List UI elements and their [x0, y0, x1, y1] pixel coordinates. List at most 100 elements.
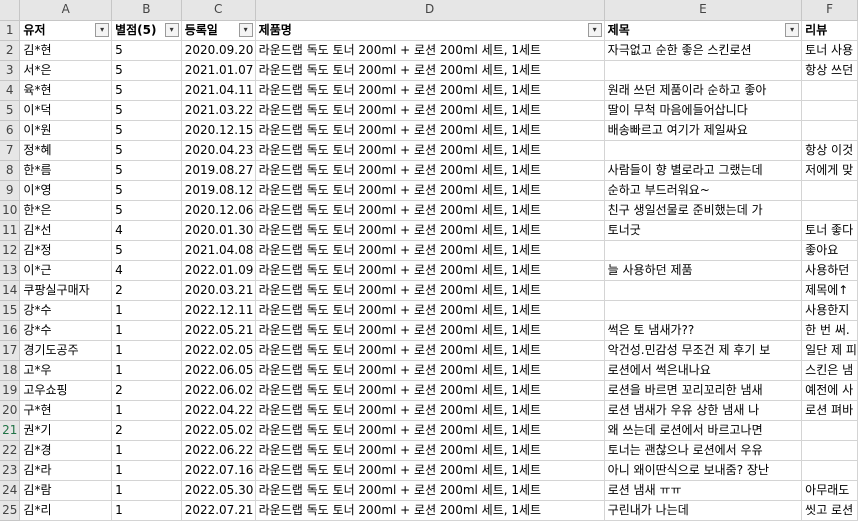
row-number[interactable]: 6 [0, 120, 21, 141]
row-number[interactable]: 25 [0, 500, 21, 521]
table-cell[interactable]: 라운드랩 독도 토너 200ml + 로션 200ml 세트, 1세트 [255, 300, 605, 321]
table-cell[interactable]: 좋아요 [801, 240, 858, 261]
table-cell[interactable]: 2022.06.05 [181, 360, 256, 381]
table-cell[interactable]: 2020.12.06 [181, 200, 256, 221]
table-cell[interactable]: 5 [111, 240, 182, 261]
table-cell[interactable]: 한*은 [19, 200, 113, 221]
table-cell[interactable]: 2022.05.02 [181, 420, 256, 441]
table-cell[interactable]: 2019.08.12 [181, 180, 256, 201]
row-number[interactable]: 3 [0, 60, 21, 81]
row-number[interactable]: 18 [0, 360, 21, 381]
filter-dropdown-icon[interactable]: ▾ [95, 22, 110, 37]
column-header-d[interactable]: D [255, 0, 605, 21]
header-cell[interactable]: 등록일 ▾ [181, 20, 256, 41]
table-cell[interactable] [801, 440, 858, 461]
header-cell[interactable]: 제목 ▾ [604, 20, 803, 41]
table-cell[interactable]: 사용한지 [801, 300, 858, 321]
table-cell[interactable]: 2022.07.21 [181, 500, 256, 521]
table-cell[interactable]: 일단 제 피 [801, 340, 858, 361]
table-cell[interactable]: 라운드랩 독도 토너 200ml + 로션 200ml 세트, 1세트 [255, 220, 605, 241]
table-cell[interactable]: 1 [111, 440, 182, 461]
row-number[interactable]: 4 [0, 80, 21, 101]
table-cell[interactable]: 김*정 [19, 240, 113, 261]
table-cell[interactable]: 라운드랩 독도 토너 200ml + 로션 200ml 세트, 1세트 [255, 360, 605, 381]
table-cell[interactable]: 아무래도 [801, 480, 858, 501]
row-number[interactable]: 11 [0, 220, 21, 241]
table-cell[interactable]: 구*현 [19, 400, 113, 421]
table-cell[interactable]: 썩은 토 냄새가?? [604, 320, 803, 341]
table-cell[interactable]: 2 [111, 280, 182, 301]
table-cell[interactable]: 토너는 괜찮으나 로션에서 우유 [604, 440, 803, 461]
row-number[interactable]: 13 [0, 260, 21, 281]
table-cell[interactable]: 서*은 [19, 60, 113, 81]
header-cell[interactable]: 별점(5) ▾ [111, 20, 182, 41]
table-cell[interactable] [801, 420, 858, 441]
table-cell[interactable]: 라운드랩 독도 토너 200ml + 로션 200ml 세트, 1세트 [255, 200, 605, 221]
table-cell[interactable]: 악건성.민감성 무조건 제 후기 보 [604, 340, 803, 361]
row-number[interactable]: 9 [0, 180, 21, 201]
table-cell[interactable]: 김*라 [19, 460, 113, 481]
header-cell[interactable]: 제품명 ▾ [255, 20, 605, 41]
table-cell[interactable]: 자극없고 순한 좋은 스킨로션 [604, 40, 803, 61]
table-cell[interactable]: 라운드랩 독도 토너 200ml + 로션 200ml 세트, 1세트 [255, 400, 605, 421]
table-cell[interactable]: 라운드랩 독도 토너 200ml + 로션 200ml 세트, 1세트 [255, 480, 605, 501]
table-cell[interactable]: 5 [111, 120, 182, 141]
table-cell[interactable]: 순하고 부드러워요~ [604, 180, 803, 201]
column-header-c[interactable]: C [181, 0, 256, 21]
row-number[interactable]: 17 [0, 340, 21, 361]
table-cell[interactable]: 1 [111, 340, 182, 361]
table-cell[interactable]: 라운드랩 독도 토너 200ml + 로션 200ml 세트, 1세트 [255, 440, 605, 461]
filter-dropdown-icon[interactable]: ▾ [785, 22, 800, 37]
row-number[interactable]: 15 [0, 300, 21, 321]
row-number[interactable]: 12 [0, 240, 21, 261]
table-cell[interactable]: 1 [111, 360, 182, 381]
table-cell[interactable]: 이*원 [19, 120, 113, 141]
table-cell[interactable] [801, 180, 858, 201]
row-number[interactable]: 10 [0, 200, 21, 221]
table-cell[interactable]: 강*수 [19, 300, 113, 321]
table-cell[interactable]: 로션 냄새가 우유 상한 냄새 나 [604, 400, 803, 421]
row-number[interactable]: 14 [0, 280, 21, 301]
table-cell[interactable]: 5 [111, 180, 182, 201]
table-cell[interactable]: 2022.06.22 [181, 440, 256, 461]
table-cell[interactable]: 원래 쓰던 제품이라 순하고 좋아 [604, 80, 803, 101]
table-cell[interactable]: 이*근 [19, 260, 113, 281]
table-cell[interactable]: 라운드랩 독도 토너 200ml + 로션 200ml 세트, 1세트 [255, 160, 605, 181]
table-cell[interactable]: 로션 펴바 [801, 400, 858, 421]
table-cell[interactable]: 4 [111, 260, 182, 281]
table-cell[interactable] [604, 280, 803, 301]
filter-dropdown-icon[interactable]: ▾ [238, 22, 253, 37]
table-cell[interactable]: 2020.04.23 [181, 140, 256, 161]
row-number[interactable]: 5 [0, 100, 21, 121]
table-cell[interactable]: 한 번 써. [801, 320, 858, 341]
table-cell[interactable]: 김*선 [19, 220, 113, 241]
table-cell[interactable]: 제목에↑ [801, 280, 858, 301]
table-cell[interactable]: 고우쇼핑 [19, 380, 113, 401]
table-cell[interactable]: 배송빠르고 여기가 제일싸요 [604, 120, 803, 141]
table-cell[interactable]: 1 [111, 460, 182, 481]
table-cell[interactable]: 라운드랩 독도 토너 200ml + 로션 200ml 세트, 1세트 [255, 280, 605, 301]
table-cell[interactable]: 2022.04.22 [181, 400, 256, 421]
table-cell[interactable]: 아니 왜이딴식으로 보내줌? 장난 [604, 460, 803, 481]
table-cell[interactable]: 라운드랩 독도 토너 200ml + 로션 200ml 세트, 1세트 [255, 180, 605, 201]
table-cell[interactable]: 항상 이것 [801, 140, 858, 161]
table-cell[interactable] [801, 200, 858, 221]
table-cell[interactable]: 쿠팡실구매자 [19, 280, 113, 301]
table-cell[interactable] [604, 240, 803, 261]
table-cell[interactable] [801, 460, 858, 481]
table-cell[interactable]: 토너 사용 [801, 40, 858, 61]
table-cell[interactable]: 2022.12.11 [181, 300, 256, 321]
table-cell[interactable]: 5 [111, 60, 182, 81]
table-cell[interactable]: 라운드랩 독도 토너 200ml + 로션 200ml 세트, 1세트 [255, 460, 605, 481]
table-cell[interactable] [604, 140, 803, 161]
table-cell[interactable]: 라운드랩 독도 토너 200ml + 로션 200ml 세트, 1세트 [255, 380, 605, 401]
table-cell[interactable]: 씻고 로션 [801, 500, 858, 521]
table-cell[interactable]: 라운드랩 독도 토너 200ml + 로션 200ml 세트, 1세트 [255, 500, 605, 521]
table-cell[interactable]: 1 [111, 400, 182, 421]
table-cell[interactable]: 육*현 [19, 80, 113, 101]
table-cell[interactable]: 구린내가 나는데 [604, 500, 803, 521]
table-cell[interactable]: 2022.07.16 [181, 460, 256, 481]
table-cell[interactable]: 라운드랩 독도 토너 200ml + 로션 200ml 세트, 1세트 [255, 140, 605, 161]
row-number[interactable]: 1 [0, 20, 21, 41]
table-cell[interactable]: 5 [111, 40, 182, 61]
